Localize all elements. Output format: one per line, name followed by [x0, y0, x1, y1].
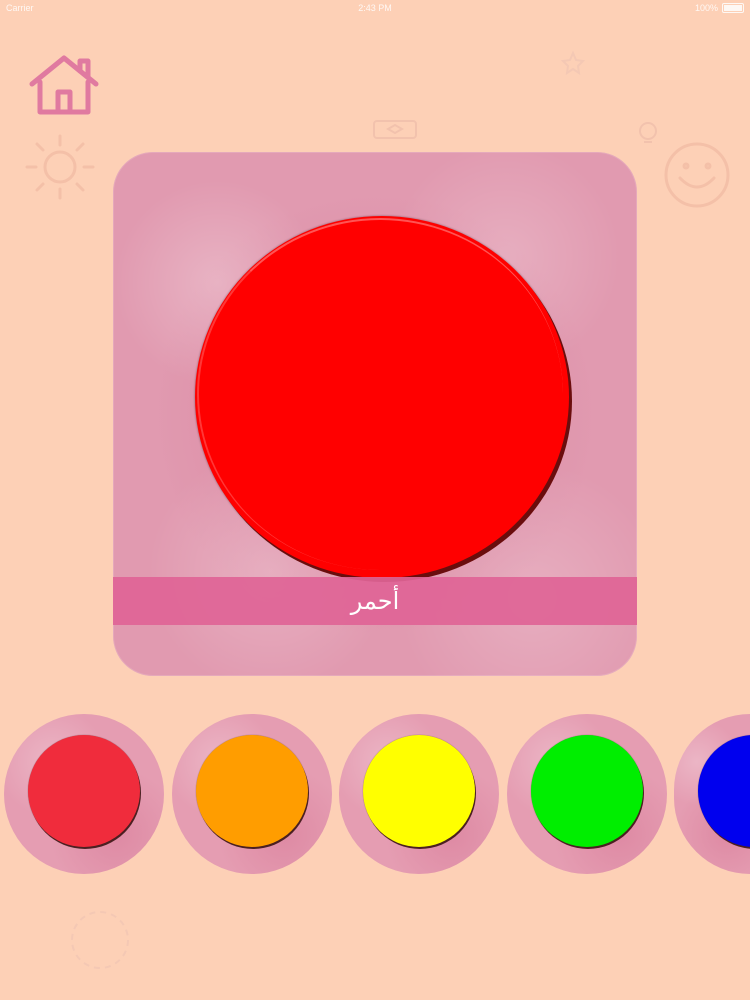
status-bar: Carrier 2:43 PM 100% — [0, 0, 750, 16]
home-button[interactable] — [26, 52, 102, 118]
color-card: أحمر — [113, 152, 637, 676]
swatch-blue-dot — [698, 735, 750, 847]
color-name-band: أحمر — [113, 577, 637, 625]
swatch-orange-dot — [196, 735, 308, 847]
selected-color-circle — [195, 216, 569, 578]
flower-icon — [71, 911, 129, 969]
swatch-green[interactable] — [507, 714, 667, 874]
color-name-label: أحمر — [350, 587, 400, 615]
swatch-yellow[interactable] — [339, 714, 499, 874]
swatch-green-dot — [531, 735, 643, 847]
star-icon — [560, 50, 586, 76]
battery-icon — [722, 3, 744, 13]
bulb-icon — [639, 122, 657, 143]
swatch-red[interactable] — [4, 714, 164, 874]
status-time: 2:43 PM — [358, 3, 392, 13]
battery-percent: 100% — [694, 3, 718, 13]
battery-status: 100% — [695, 3, 744, 13]
bow-icon — [373, 120, 417, 139]
smiley-icon — [664, 142, 730, 208]
swatch-yellow-dot — [363, 735, 475, 847]
swatch-blue[interactable] — [674, 714, 750, 874]
home-icon — [29, 55, 99, 115]
sun-icon — [25, 134, 95, 200]
swatch-red-dot — [28, 735, 140, 847]
swatch-orange[interactable] — [172, 714, 332, 874]
